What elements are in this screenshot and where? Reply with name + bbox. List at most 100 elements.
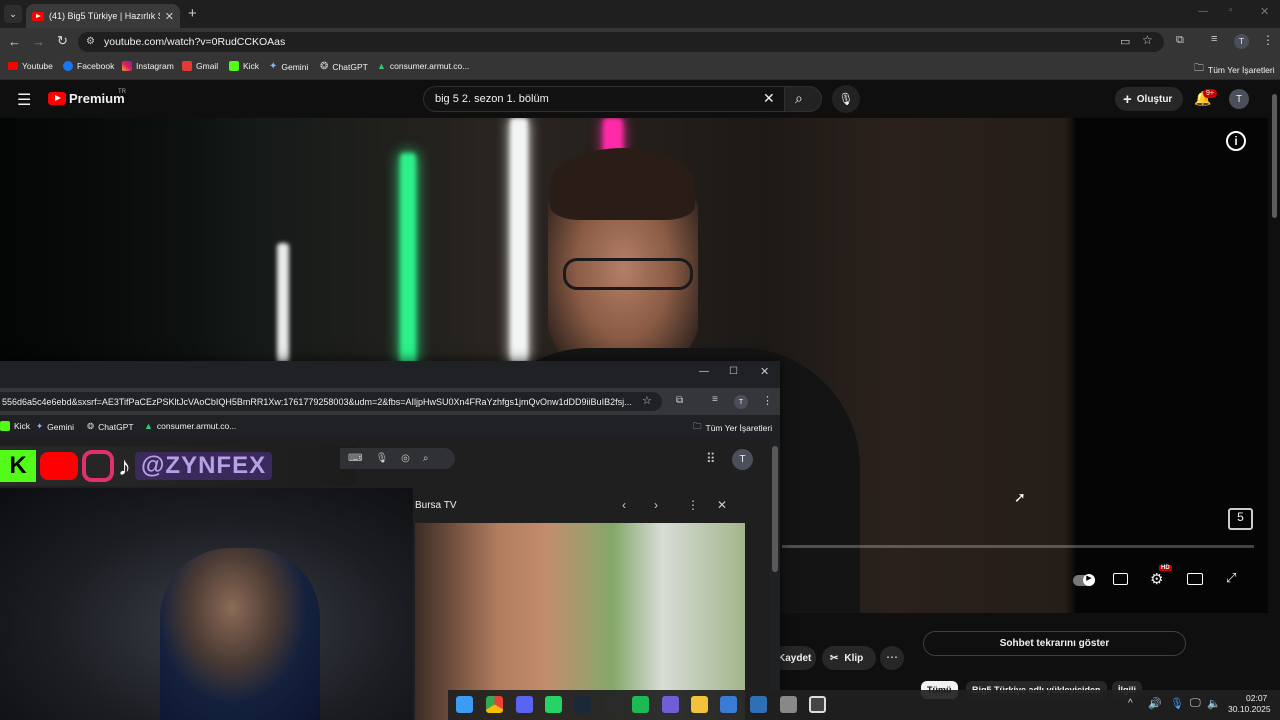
bookmark-instagram[interactable]: Instagram (122, 61, 174, 71)
media-player-icon[interactable] (662, 696, 679, 713)
menu-kebab-icon[interactable]: ⋮ (1262, 33, 1274, 47)
create-button[interactable]: + Oluştur (1115, 87, 1183, 111)
file-explorer-icon[interactable] (691, 696, 708, 713)
all-bookmarks-label: Tüm Yer İşaretleri (1208, 64, 1275, 75)
bookmark-label: Kick (14, 421, 31, 431)
bookmark-facebook[interactable]: Facebook (63, 61, 114, 71)
search-input[interactable]: big 5 2. sezon 1. bölüm (423, 86, 790, 112)
settings-icon[interactable] (780, 696, 797, 713)
info-button[interactable]: i (1226, 131, 1246, 151)
extensions-icon[interactable]: ⧉ (1176, 34, 1184, 47)
clock-date[interactable]: 30.10.2025 (1228, 704, 1271, 714)
popup-search-bar[interactable]: ⌨ 🎙 ◎ ⌕ (340, 448, 455, 469)
search-button[interactable]: ⌕ (784, 86, 822, 112)
skip-forward-icon[interactable]: 5 (1228, 508, 1253, 530)
fullscreen-icon[interactable]: ⤢ (1226, 570, 1236, 586)
next-image-icon[interactable]: › (654, 498, 658, 512)
volume-icon[interactable]: 🔈 (1207, 697, 1221, 710)
save-label: Kaydet (778, 652, 812, 664)
tray-chevron-icon[interactable]: ^ (1128, 698, 1133, 709)
popup-media-icon[interactable]: ≡ (712, 394, 718, 405)
close-window-icon[interactable]: ✕ (1260, 5, 1269, 18)
microphone-tray-icon[interactable]: 🎙 (1170, 697, 1184, 710)
bookmark-armut[interactable]: ▲ consumer.armut.co... (377, 61, 469, 71)
all-bookmarks[interactable]: 🗀 Tüm Yer İşaretleri (1194, 61, 1275, 78)
search-icon[interactable]: ⌕ (423, 453, 429, 464)
google-account-avatar[interactable]: T (732, 449, 753, 470)
bookmark-star-icon[interactable]: ☆ (1142, 33, 1153, 47)
microphone-icon[interactable]: 🎙 (375, 453, 388, 464)
restore-icon[interactable]: ▫ (1229, 5, 1233, 16)
keyboard-icon[interactable]: ⌨ (348, 453, 362, 464)
avatar-initial: T (1235, 93, 1243, 105)
forward-icon[interactable]: → (32, 34, 45, 49)
popup-bookmark-chatgpt[interactable]: ❂ ChatGPT (87, 421, 134, 432)
popup-maximize-icon[interactable]: ☐ (729, 366, 738, 377)
theater-mode-icon[interactable] (1187, 573, 1203, 585)
app-icon[interactable] (809, 696, 826, 713)
site-info-icon[interactable]: ⚙ (86, 36, 95, 47)
back-icon[interactable]: ← (8, 34, 21, 49)
clip-button[interactable]: ✂ Klip (822, 646, 876, 670)
voice-search-button[interactable]: 🎙 (832, 85, 860, 113)
minimize-icon[interactable]: — (1198, 6, 1208, 17)
store-icon[interactable] (720, 696, 737, 713)
bookmark-kick[interactable]: Kick (229, 61, 259, 71)
popup-bookmark-gemini[interactable]: ✦ Gemini (36, 421, 74, 432)
popup-minimize-icon[interactable]: — (699, 366, 709, 377)
account-avatar[interactable]: T (1229, 89, 1249, 109)
popup-all-bookmarks[interactable]: 🗀 Tüm Yer İşaretleri (693, 421, 772, 435)
bookmark-chatgpt[interactable]: ❂ ChatGPT (320, 61, 368, 72)
close-tab-icon[interactable]: ✕ (165, 10, 174, 23)
spotify-icon[interactable] (632, 696, 649, 713)
bookmark-label: Facebook (77, 61, 115, 71)
gemini-icon: ✦ (269, 61, 278, 72)
lens-icon[interactable]: ◎ (401, 453, 410, 464)
settings-gear-icon[interactable]: ⚙ (1150, 570, 1163, 588)
subtitles-icon[interactable] (1113, 573, 1128, 585)
windows-start-icon[interactable] (456, 696, 473, 713)
whatsapp-icon[interactable] (545, 696, 562, 713)
tab-search-button[interactable]: ⌄ (4, 5, 22, 23)
install-icon[interactable]: ▭ (1120, 35, 1130, 48)
reload-icon[interactable]: ↻ (57, 33, 68, 49)
image-options-icon[interactable]: ⋮ (687, 498, 699, 512)
bookmark-gmail[interactable]: Gmail (182, 61, 218, 71)
autoplay-toggle[interactable]: ▶ (1073, 574, 1095, 586)
popup-close-icon[interactable]: ✕ (760, 365, 769, 378)
popup-extensions-icon[interactable]: ⧉ (676, 395, 683, 406)
steam-icon[interactable] (574, 696, 591, 713)
bookmark-gemini[interactable]: ✦ Gemini (269, 61, 308, 72)
media-control-icon[interactable]: ≡ (1211, 33, 1217, 45)
network-icon[interactable]: 🖵 (1190, 697, 1201, 710)
epic-games-icon[interactable] (603, 696, 620, 713)
popup-bookmark-star-icon[interactable]: ☆ (642, 394, 652, 407)
popup-profile-avatar[interactable]: T (734, 395, 748, 409)
popup-bookmark-armut[interactable]: ▲ consumer.armut.co... (144, 421, 236, 431)
apps-grid-icon[interactable]: ⠿ (706, 451, 716, 467)
chat-replay-button[interactable]: Sohbet tekrarını göster (923, 631, 1186, 656)
speaker-icon[interactable]: 🔊 (1148, 697, 1162, 710)
page-scrollbar[interactable] (1272, 94, 1277, 218)
clock-time[interactable]: 02:07 (1246, 693, 1267, 703)
close-image-panel-icon[interactable]: ✕ (717, 498, 727, 512)
new-tab-button[interactable]: + (188, 5, 197, 22)
more-actions-button[interactable]: ⋯ (880, 646, 904, 670)
popup-menu-icon[interactable]: ⋮ (762, 394, 773, 407)
previous-image-icon[interactable]: ‹ (622, 498, 626, 512)
youtube-logo[interactable]: Premium (48, 91, 125, 106)
photos-icon[interactable] (750, 696, 767, 713)
popup-scrollbar[interactable] (772, 446, 778, 572)
tab-active[interactable]: (41) Big5 Türkiye | Hazırlık Sezo ✕ (26, 4, 180, 28)
bookmark-youtube[interactable]: Youtube (8, 61, 53, 71)
clear-search-icon[interactable]: ✕ (763, 90, 775, 107)
guide-menu-icon[interactable]: ☰ (17, 90, 31, 110)
address-bar[interactable]: ⚙ youtube.com/watch?v=0RudCCKOAas (78, 32, 1164, 52)
profile-avatar[interactable]: T (1234, 34, 1249, 49)
popup-address-bar[interactable]: 556d6a5c4e6ebd&sxsrf=AE3TifPaCEzPSKltJcV… (0, 392, 662, 411)
popup-bookmark-kick[interactable]: Kick (0, 421, 30, 431)
discord-icon[interactable] (516, 696, 533, 713)
progress-bar[interactable] (782, 545, 1254, 548)
popup-url-text: 556d6a5c4e6ebd&sxsrf=AE3TifPaCEzPSKltJcV… (2, 396, 632, 407)
chrome-icon[interactable] (486, 696, 503, 713)
